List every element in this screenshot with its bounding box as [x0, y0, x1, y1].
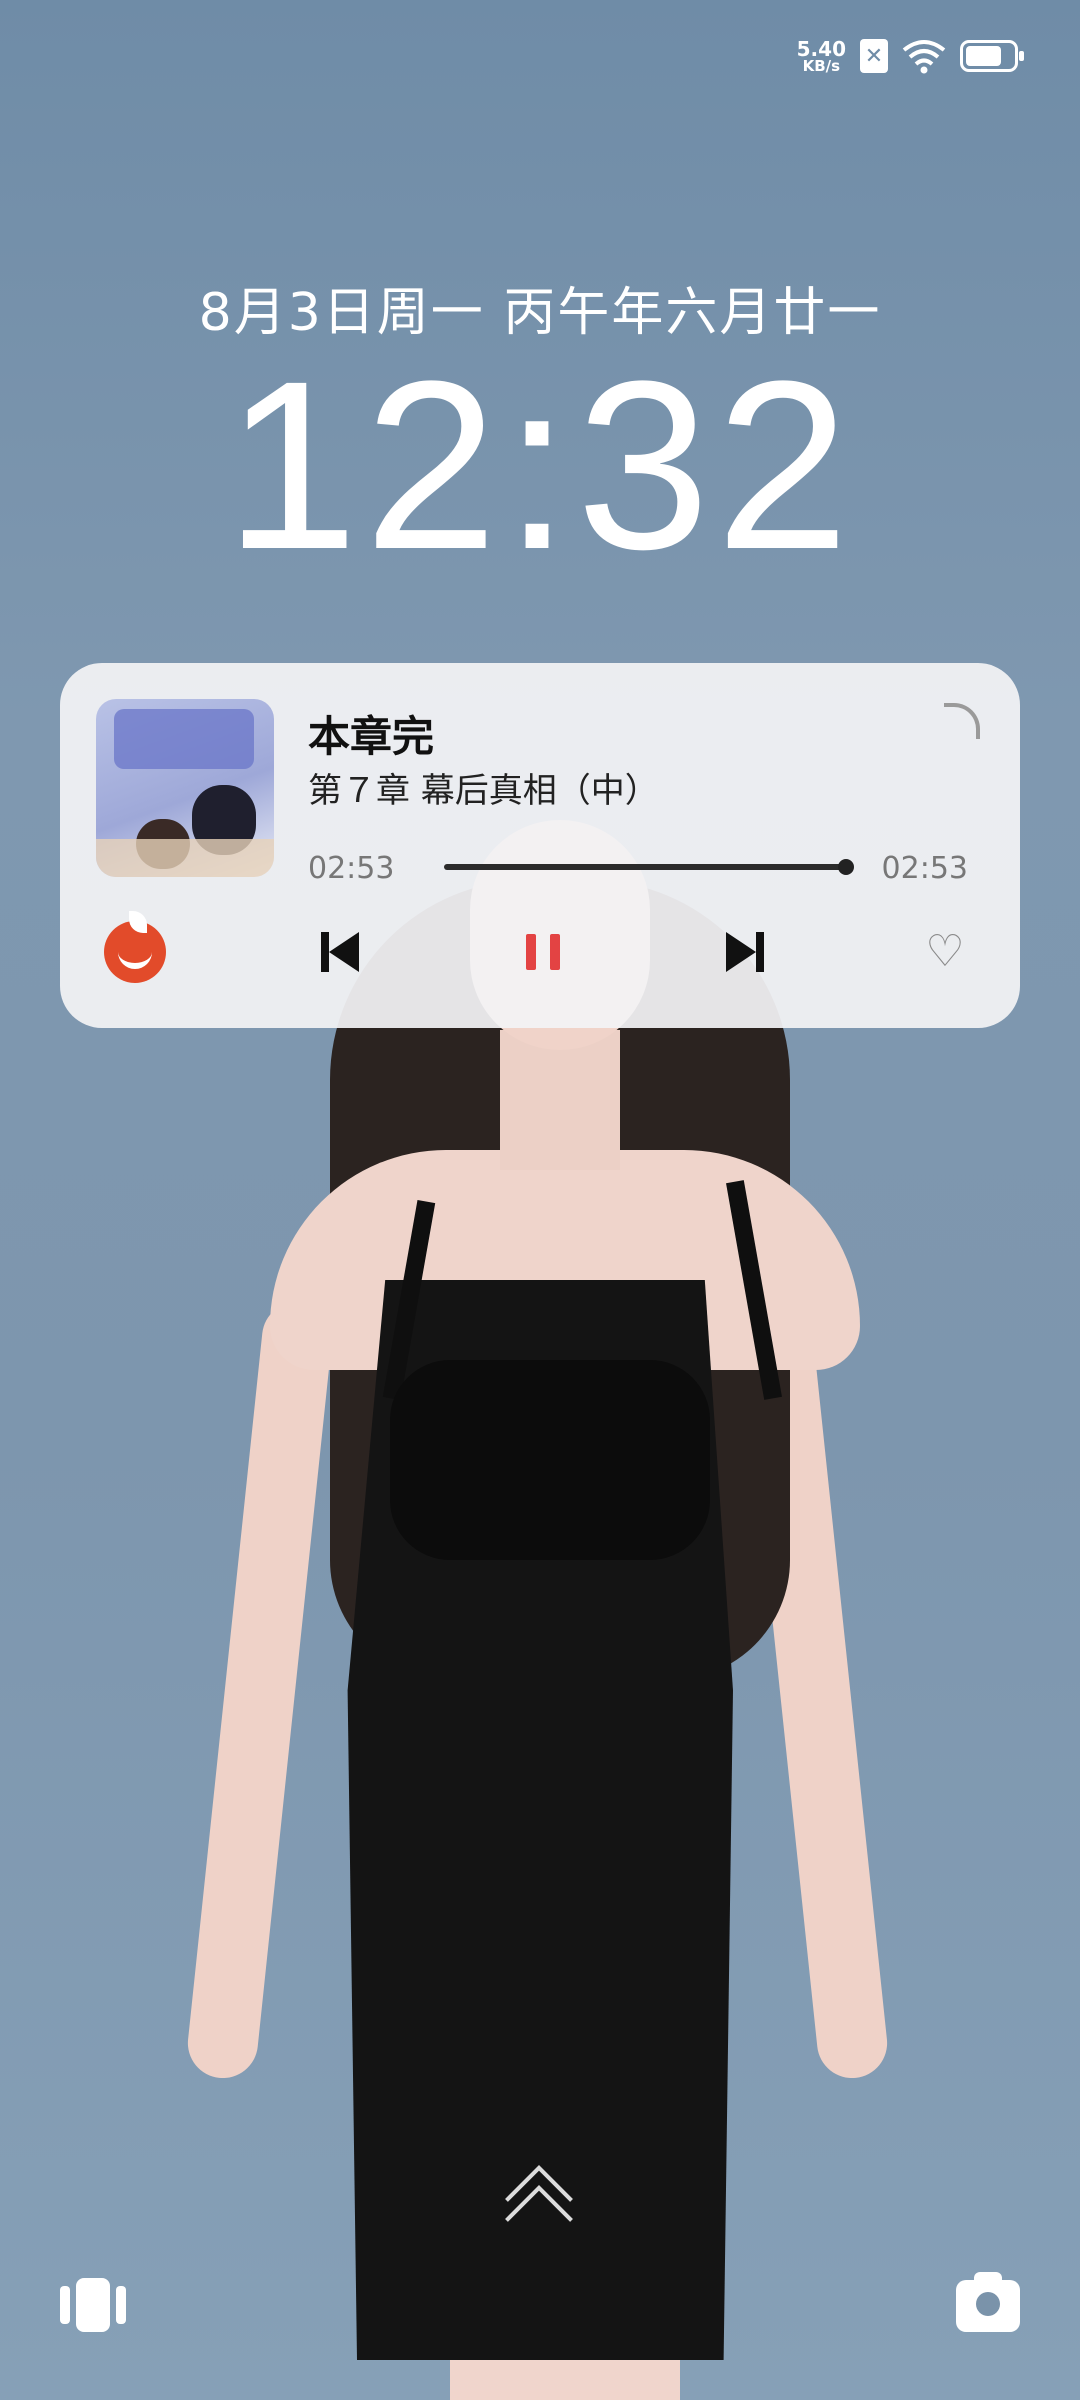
widgets-icon-left [60, 2286, 70, 2324]
like-button[interactable]: ♡ [910, 919, 980, 985]
wifi-icon [902, 40, 946, 74]
widgets-icon-right [116, 2286, 126, 2324]
status-bar: 5.40 KB/s ✕ [797, 38, 1024, 74]
album-cover[interactable] [96, 699, 274, 877]
widgets-icon-center [76, 2278, 110, 2332]
chevron-up-icon[interactable] [505, 2165, 575, 2253]
progress-thumb[interactable] [838, 859, 854, 875]
heart-icon: ♡ [925, 926, 965, 977]
skip-previous-icon [321, 932, 329, 972]
lockscreen-clock: 12:32 [224, 331, 856, 599]
loading-icon [944, 703, 980, 739]
total-time: 02:53 [881, 851, 968, 886]
network-speed-value: 5.40 [796, 36, 846, 61]
tomato-icon[interactable] [104, 911, 166, 983]
skip-previous-button[interactable] [305, 919, 375, 985]
camera-lens [976, 2292, 1000, 2316]
elapsed-time: 02:53 [308, 851, 395, 886]
media-subtitle: 第７章 幕后真相（中） [308, 771, 659, 811]
network-speed-unit: KB/s [802, 56, 841, 75]
cover-title-art [114, 709, 254, 769]
skip-next-icon [726, 932, 756, 972]
tomato-leaf [129, 911, 147, 933]
camera-icon[interactable] [956, 2272, 1020, 2332]
wallpaper-neck [500, 1030, 620, 1170]
media-title: 本章完 [308, 712, 435, 761]
skip-next-bar [756, 932, 764, 972]
cover-ground [96, 839, 274, 877]
wallpaper-bow [390, 1360, 710, 1560]
battery-fill [966, 46, 1001, 66]
widgets-icon[interactable] [58, 2278, 128, 2332]
skip-next-button[interactable] [710, 919, 780, 985]
progress-track[interactable] [444, 864, 846, 870]
network-speed: 5.40 KB/s [797, 39, 846, 74]
pause-icon [526, 934, 536, 970]
playback-controls: ♡ [60, 911, 1020, 991]
no-sim-icon: ✕ [860, 39, 888, 73]
pause-button[interactable] [508, 919, 578, 985]
battery-icon [960, 40, 1024, 72]
skip-previous-arrow [329, 932, 359, 972]
pause-icon-bar [550, 934, 560, 970]
wallpaper-arm-left [184, 1298, 336, 2082]
tomato-smile [118, 947, 152, 969]
media-player-card[interactable]: 本章完 第７章 幕后真相（中） 02:53 02:53 ♡ [60, 663, 1020, 1028]
